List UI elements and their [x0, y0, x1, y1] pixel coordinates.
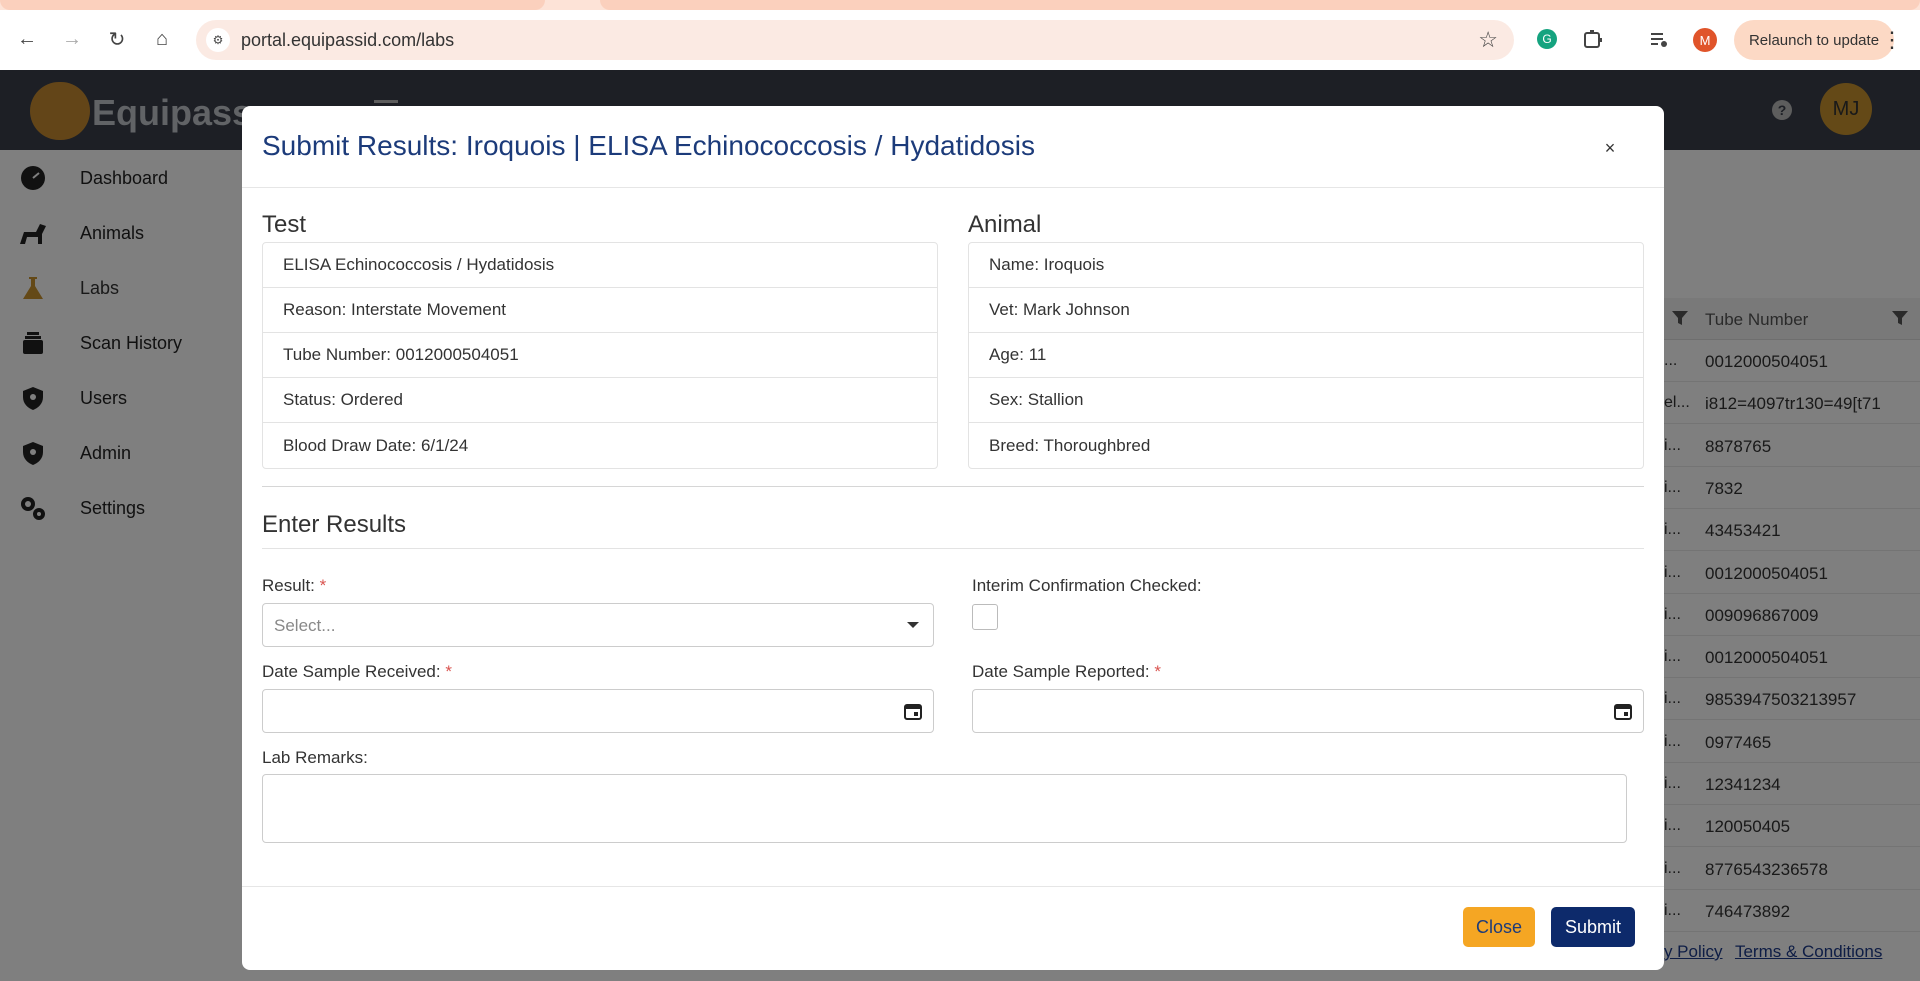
list-item: Age: 11	[969, 333, 1643, 378]
list-item: Status: Ordered	[263, 378, 937, 423]
grammarly-icon[interactable]: G	[1532, 24, 1562, 54]
list-item: Sex: Stallion	[969, 378, 1643, 423]
interim-label: Interim Confirmation Checked:	[972, 576, 1202, 595]
list-item: Vet: Mark Johnson	[969, 288, 1643, 333]
test-info-list: ELISA Echinococcosis / Hydatidosis Reaso…	[262, 242, 938, 469]
modal-footer: Close Submit	[242, 886, 1664, 970]
close-button[interactable]: Close	[1463, 907, 1535, 947]
interim-confirmation-checkbox[interactable]	[972, 604, 998, 630]
address-bar[interactable]: ⚙ portal.equipassid.com/labs ☆	[196, 20, 1514, 60]
back-icon[interactable]: ←	[12, 24, 42, 54]
submit-results-modal: Submit Results: Iroquois | ELISA Echinoc…	[242, 106, 1664, 970]
lab-remarks-textarea[interactable]	[262, 774, 1627, 843]
browser-toolbar: ← → ↻ ⌂ ⚙ portal.equipassid.com/labs ☆ G…	[0, 10, 1920, 70]
extensions-puzzle-icon[interactable]	[1578, 24, 1608, 54]
url-text[interactable]: portal.equipassid.com/labs	[241, 30, 454, 51]
profile-avatar[interactable]: M	[1693, 28, 1717, 52]
modal-header: Submit Results: Iroquois | ELISA Echinoc…	[242, 106, 1664, 188]
list-item: Blood Draw Date: 6/1/24	[283, 435, 469, 455]
relaunch-button[interactable]: Relaunch to update	[1734, 20, 1894, 60]
animal-heading: Animal	[968, 211, 1042, 238]
result-label: Result: *	[262, 576, 326, 596]
svg-text:G: G	[1542, 32, 1551, 46]
enter-results-heading: Enter Results	[262, 511, 407, 538]
list-item: Breed: Thoroughbred	[989, 435, 1151, 455]
list-item: Reason: Interstate Movement	[263, 288, 937, 333]
home-icon[interactable]: ⌂	[147, 24, 177, 54]
divider	[262, 486, 1644, 487]
required-mark: *	[1154, 662, 1162, 681]
animal-info-list: Name: Iroquois Vet: Mark Johnson Age: 11…	[968, 242, 1644, 469]
date-received-input[interactable]	[262, 689, 934, 733]
browser-tab[interactable]	[0, 0, 545, 10]
remarks-label: Lab Remarks:	[262, 748, 368, 767]
date-received-label: Date Sample Received: *	[262, 662, 452, 682]
date-reported-label: Date Sample Reported: *	[972, 662, 1161, 682]
browser-menu-icon[interactable]: ⋮	[1880, 29, 1904, 54]
divider	[262, 548, 1644, 549]
list-item: ELISA Echinococcosis / Hydatidosis	[263, 243, 937, 288]
tab-strip	[0, 0, 1920, 10]
date-reported-label-text: Date Sample Reported:	[972, 662, 1150, 681]
calendar-icon[interactable]	[903, 701, 923, 721]
media-control-icon[interactable]	[1644, 24, 1674, 54]
list-item: Tube Number: 0012000504051	[263, 333, 937, 378]
site-settings-icon[interactable]: ⚙	[206, 28, 230, 52]
modal-title: Submit Results: Iroquois | ELISA Echinoc…	[262, 130, 1035, 161]
submit-button[interactable]: Submit	[1551, 907, 1635, 947]
date-received-label-text: Date Sample Received:	[262, 662, 441, 681]
close-icon[interactable]: ×	[1598, 136, 1622, 160]
date-reported-input[interactable]	[972, 689, 1644, 733]
required-mark: *	[319, 576, 327, 595]
reload-icon[interactable]: ↻	[102, 24, 132, 54]
chevron-down-icon[interactable]	[907, 622, 919, 628]
result-label-text: Result:	[262, 576, 315, 595]
calendar-icon[interactable]	[1613, 701, 1633, 721]
forward-icon[interactable]: →	[57, 24, 87, 54]
required-mark: *	[445, 662, 452, 681]
browser-tab[interactable]	[600, 0, 1920, 10]
bookmark-star-icon[interactable]: ☆	[1478, 27, 1498, 53]
result-select[interactable]: Select...	[262, 603, 934, 647]
test-heading: Test	[262, 211, 307, 238]
list-item: Name: Iroquois	[969, 243, 1643, 288]
result-select-placeholder: Select...	[274, 616, 336, 635]
